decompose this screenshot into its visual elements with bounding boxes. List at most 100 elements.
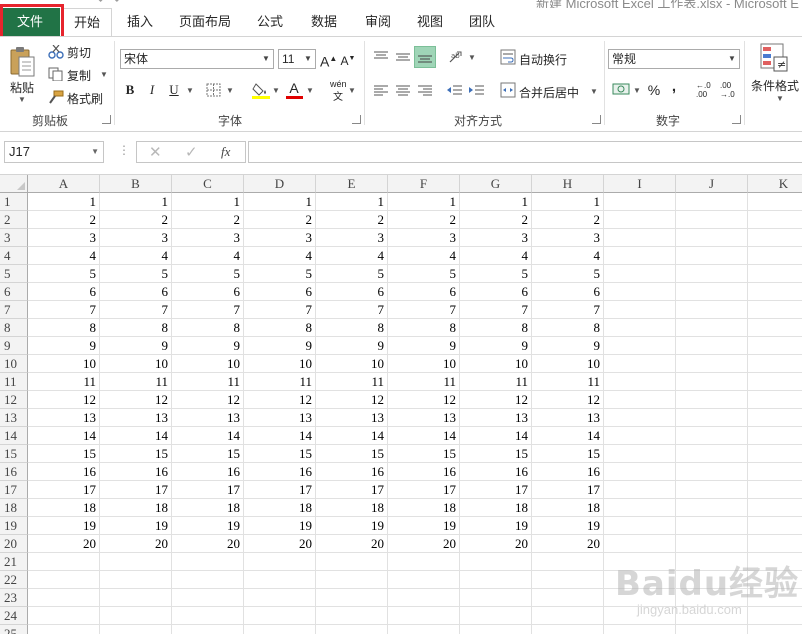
align-left-icon[interactable]: [372, 83, 390, 99]
name-box[interactable]: J17 ▼: [4, 141, 104, 163]
cell-e2[interactable]: 2: [316, 211, 388, 229]
cell-c7[interactable]: 7: [172, 301, 244, 319]
cell-e14[interactable]: 14: [316, 427, 388, 445]
cell-j5[interactable]: [676, 265, 748, 283]
cell-d11[interactable]: 11: [244, 373, 316, 391]
cell-h6[interactable]: 6: [532, 283, 604, 301]
cell-g6[interactable]: 6: [460, 283, 532, 301]
cell-b15[interactable]: 15: [100, 445, 172, 463]
cell-g9[interactable]: 9: [460, 337, 532, 355]
cut-button[interactable]: 剪切: [67, 44, 91, 61]
cell-g22[interactable]: [460, 571, 532, 589]
copy-button[interactable]: 复制: [67, 67, 91, 84]
cell-d3[interactable]: 3: [244, 229, 316, 247]
cell-a6[interactable]: 6: [28, 283, 100, 301]
cell-i7[interactable]: [604, 301, 676, 319]
cell-i23[interactable]: [604, 589, 676, 607]
cell-h5[interactable]: 5: [532, 265, 604, 283]
cell-b13[interactable]: 13: [100, 409, 172, 427]
cell-j11[interactable]: [676, 373, 748, 391]
cell-f5[interactable]: 5: [388, 265, 460, 283]
cell-e1[interactable]: 1: [316, 193, 388, 211]
cell-d20[interactable]: 20: [244, 535, 316, 553]
cell-c6[interactable]: 6: [172, 283, 244, 301]
cell-k24[interactable]: [748, 607, 802, 625]
cell-g15[interactable]: 15: [460, 445, 532, 463]
cell-a1[interactable]: 1: [28, 193, 100, 211]
cell-b5[interactable]: 5: [100, 265, 172, 283]
cell-h1[interactable]: 1: [532, 193, 604, 211]
cell-c22[interactable]: [172, 571, 244, 589]
row-header-13[interactable]: 13: [0, 409, 28, 427]
cell-d5[interactable]: 5: [244, 265, 316, 283]
cell-f10[interactable]: 10: [388, 355, 460, 373]
row-header-22[interactable]: 22: [0, 571, 28, 589]
cell-g21[interactable]: [460, 553, 532, 571]
cell-a22[interactable]: [28, 571, 100, 589]
orientation-dropdown-icon[interactable]: ▼: [468, 53, 476, 62]
row-header-6[interactable]: 6: [0, 283, 28, 301]
cell-g20[interactable]: 20: [460, 535, 532, 553]
cell-i8[interactable]: [604, 319, 676, 337]
cell-k23[interactable]: [748, 589, 802, 607]
cell-g18[interactable]: 18: [460, 499, 532, 517]
cell-a20[interactable]: 20: [28, 535, 100, 553]
more-options-icon[interactable]: ⋮: [118, 143, 130, 157]
cell-a5[interactable]: 5: [28, 265, 100, 283]
cell-e13[interactable]: 13: [316, 409, 388, 427]
cell-h24[interactable]: [532, 607, 604, 625]
accounting-dropdown-icon[interactable]: ▼: [633, 86, 641, 95]
cell-j19[interactable]: [676, 517, 748, 535]
row-header-18[interactable]: 18: [0, 499, 28, 517]
cell-k17[interactable]: [748, 481, 802, 499]
number-launcher[interactable]: [732, 115, 741, 124]
cell-b4[interactable]: 4: [100, 247, 172, 265]
cell-e16[interactable]: 16: [316, 463, 388, 481]
merge-center-icon[interactable]: [500, 82, 516, 98]
cell-i18[interactable]: [604, 499, 676, 517]
cell-e15[interactable]: 15: [316, 445, 388, 463]
cell-j20[interactable]: [676, 535, 748, 553]
cell-j17[interactable]: [676, 481, 748, 499]
cell-a16[interactable]: 16: [28, 463, 100, 481]
cell-a7[interactable]: 7: [28, 301, 100, 319]
column-header-a[interactable]: A: [28, 175, 100, 193]
cell-d22[interactable]: [244, 571, 316, 589]
tab-view[interactable]: 视图: [408, 8, 452, 36]
cell-e21[interactable]: [316, 553, 388, 571]
cell-a4[interactable]: 4: [28, 247, 100, 265]
cell-d2[interactable]: 2: [244, 211, 316, 229]
cell-e10[interactable]: 10: [316, 355, 388, 373]
cell-f11[interactable]: 11: [388, 373, 460, 391]
column-header-g[interactable]: G: [460, 175, 532, 193]
row-header-12[interactable]: 12: [0, 391, 28, 409]
cell-j14[interactable]: [676, 427, 748, 445]
cell-a8[interactable]: 8: [28, 319, 100, 337]
cell-i11[interactable]: [604, 373, 676, 391]
cell-b7[interactable]: 7: [100, 301, 172, 319]
cell-h18[interactable]: 18: [532, 499, 604, 517]
cell-i24[interactable]: [604, 607, 676, 625]
cell-i5[interactable]: [604, 265, 676, 283]
copy-dropdown-icon[interactable]: ▼: [100, 70, 108, 79]
row-header-24[interactable]: 24: [0, 607, 28, 625]
cell-h2[interactable]: 2: [532, 211, 604, 229]
italic-button[interactable]: I: [144, 80, 160, 100]
cell-i20[interactable]: [604, 535, 676, 553]
cell-e20[interactable]: 20: [316, 535, 388, 553]
column-header-b[interactable]: B: [100, 175, 172, 193]
cell-a9[interactable]: 9: [28, 337, 100, 355]
cell-c20[interactable]: 20: [172, 535, 244, 553]
cell-i9[interactable]: [604, 337, 676, 355]
cell-b21[interactable]: [100, 553, 172, 571]
paste-button-label[interactable]: 粘贴: [10, 79, 34, 96]
cell-e18[interactable]: 18: [316, 499, 388, 517]
cell-h4[interactable]: 4: [532, 247, 604, 265]
cell-i12[interactable]: [604, 391, 676, 409]
cell-i1[interactable]: [604, 193, 676, 211]
cell-j2[interactable]: [676, 211, 748, 229]
cell-k14[interactable]: [748, 427, 802, 445]
cell-i21[interactable]: [604, 553, 676, 571]
cell-k21[interactable]: [748, 553, 802, 571]
cell-h20[interactable]: 20: [532, 535, 604, 553]
